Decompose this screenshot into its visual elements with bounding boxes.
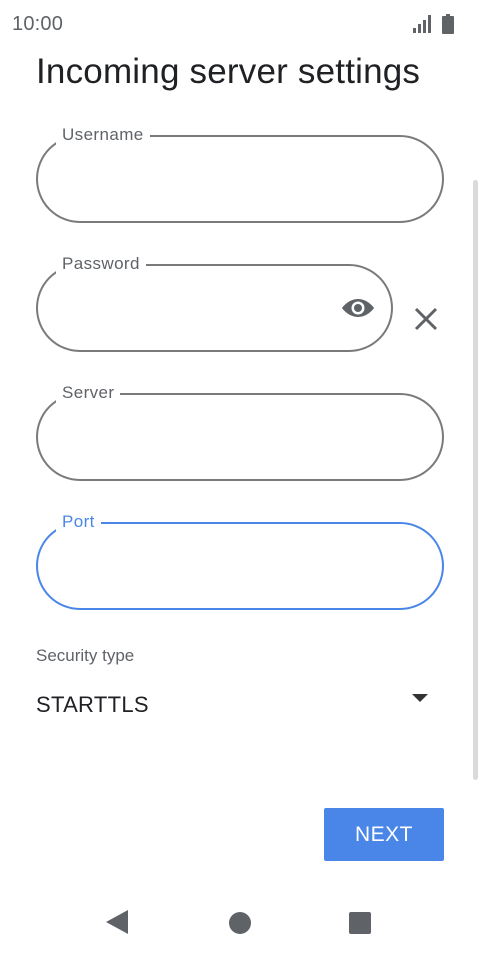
recents-icon[interactable] [349, 912, 371, 934]
password-input[interactable] [62, 290, 325, 328]
password-label: Password [56, 254, 146, 274]
battery-icon [442, 14, 454, 34]
username-field[interactable]: Username [36, 125, 444, 223]
next-button[interactable]: NEXT [324, 808, 444, 861]
port-input[interactable] [62, 548, 418, 586]
status-time: 10:00 [12, 13, 64, 35]
server-label: Server [56, 383, 121, 403]
username-label: Username [56, 125, 150, 145]
dropdown-arrow-icon [412, 694, 428, 702]
username-input[interactable] [62, 161, 418, 199]
server-field[interactable]: Server [36, 383, 444, 481]
security-type-value: STARTTLS [36, 692, 149, 717]
scrollbar[interactable] [473, 180, 478, 780]
status-bar: 10:00 [0, 0, 480, 50]
signal-icon [413, 15, 431, 33]
security-type-dropdown[interactable]: STARTTLS [36, 684, 444, 728]
server-input[interactable] [62, 419, 418, 457]
home-icon[interactable] [229, 912, 251, 934]
password-field[interactable]: Password [36, 254, 393, 352]
status-icons [412, 14, 454, 34]
eye-icon[interactable] [341, 294, 375, 322]
port-field[interactable]: Port [36, 512, 444, 610]
back-icon[interactable] [106, 910, 128, 934]
page-title: Incoming server settings [36, 52, 421, 91]
security-type-label: Security type [36, 646, 135, 665]
close-icon[interactable] [412, 305, 440, 333]
port-label: Port [56, 512, 101, 532]
navigation-bar [0, 880, 480, 960]
